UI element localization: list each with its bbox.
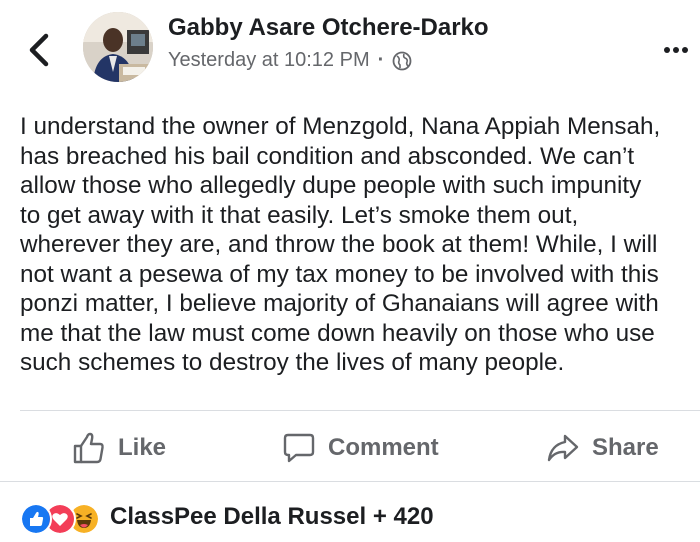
action-bar: Like Comment Share	[0, 420, 700, 476]
post-line: to get away with it that easily. Let’s s…	[20, 201, 579, 229]
post-line: not want a pesewa of my tax money to be …	[20, 260, 659, 288]
post-line: such schemes to destroy the lives of man…	[20, 349, 565, 376]
meta-separator: ·	[377, 49, 385, 71]
author-name[interactable]: Gabby Asare Otchere-Darko	[168, 14, 489, 42]
thumbs-up-icon	[73, 432, 104, 464]
reaction-icons	[20, 501, 108, 535]
author-avatar[interactable]	[83, 12, 153, 82]
more-dot-icon	[664, 47, 670, 53]
author-photo	[83, 12, 153, 82]
share-arrow-icon	[547, 434, 579, 462]
post-line: me that the law must come down heavily o…	[20, 319, 655, 347]
like-reaction-icon	[20, 503, 52, 535]
share-label: Share	[592, 434, 659, 461]
back-arrow-icon[interactable]	[22, 30, 58, 70]
comment-label: Comment	[328, 434, 439, 461]
post-line: has breached his bail condition and absc…	[20, 142, 635, 170]
post-meta: Yesterday at 10:12 PM ·	[168, 49, 412, 72]
more-options-button[interactable]	[664, 40, 696, 56]
like-label: Like	[118, 434, 167, 461]
like-button[interactable]: Like	[72, 428, 166, 468]
comment-bubble-icon	[283, 433, 315, 463]
reactions-count-label: ClassPee Della Russel + 420	[110, 503, 434, 530]
post-line: wherever they are, and throw the book at…	[20, 231, 658, 258]
post-header: Gabby Asare Otchere-Darko Yesterday at 1…	[0, 0, 700, 100]
more-dot-icon	[673, 47, 679, 53]
more-dot-icon	[682, 47, 688, 53]
comment-button[interactable]: Comment	[282, 428, 439, 468]
post-line: allow those who allegedly dupe people wi…	[20, 172, 642, 199]
post-timestamp[interactable]: Yesterday at 10:12 PM	[168, 49, 370, 72]
globe-icon	[392, 51, 412, 70]
divider	[0, 481, 700, 482]
post-line: I understand the owner of Menzgold, Nana…	[20, 113, 661, 140]
post-line: ponzi matter, I believe majority of Ghan…	[20, 290, 659, 317]
post-body: I understand the owner of Menzgold, Nana…	[20, 112, 695, 378]
divider	[20, 410, 700, 411]
reactions-summary[interactable]: ClassPee Della Russel + 420	[20, 500, 434, 535]
share-button[interactable]: Share	[546, 428, 659, 468]
